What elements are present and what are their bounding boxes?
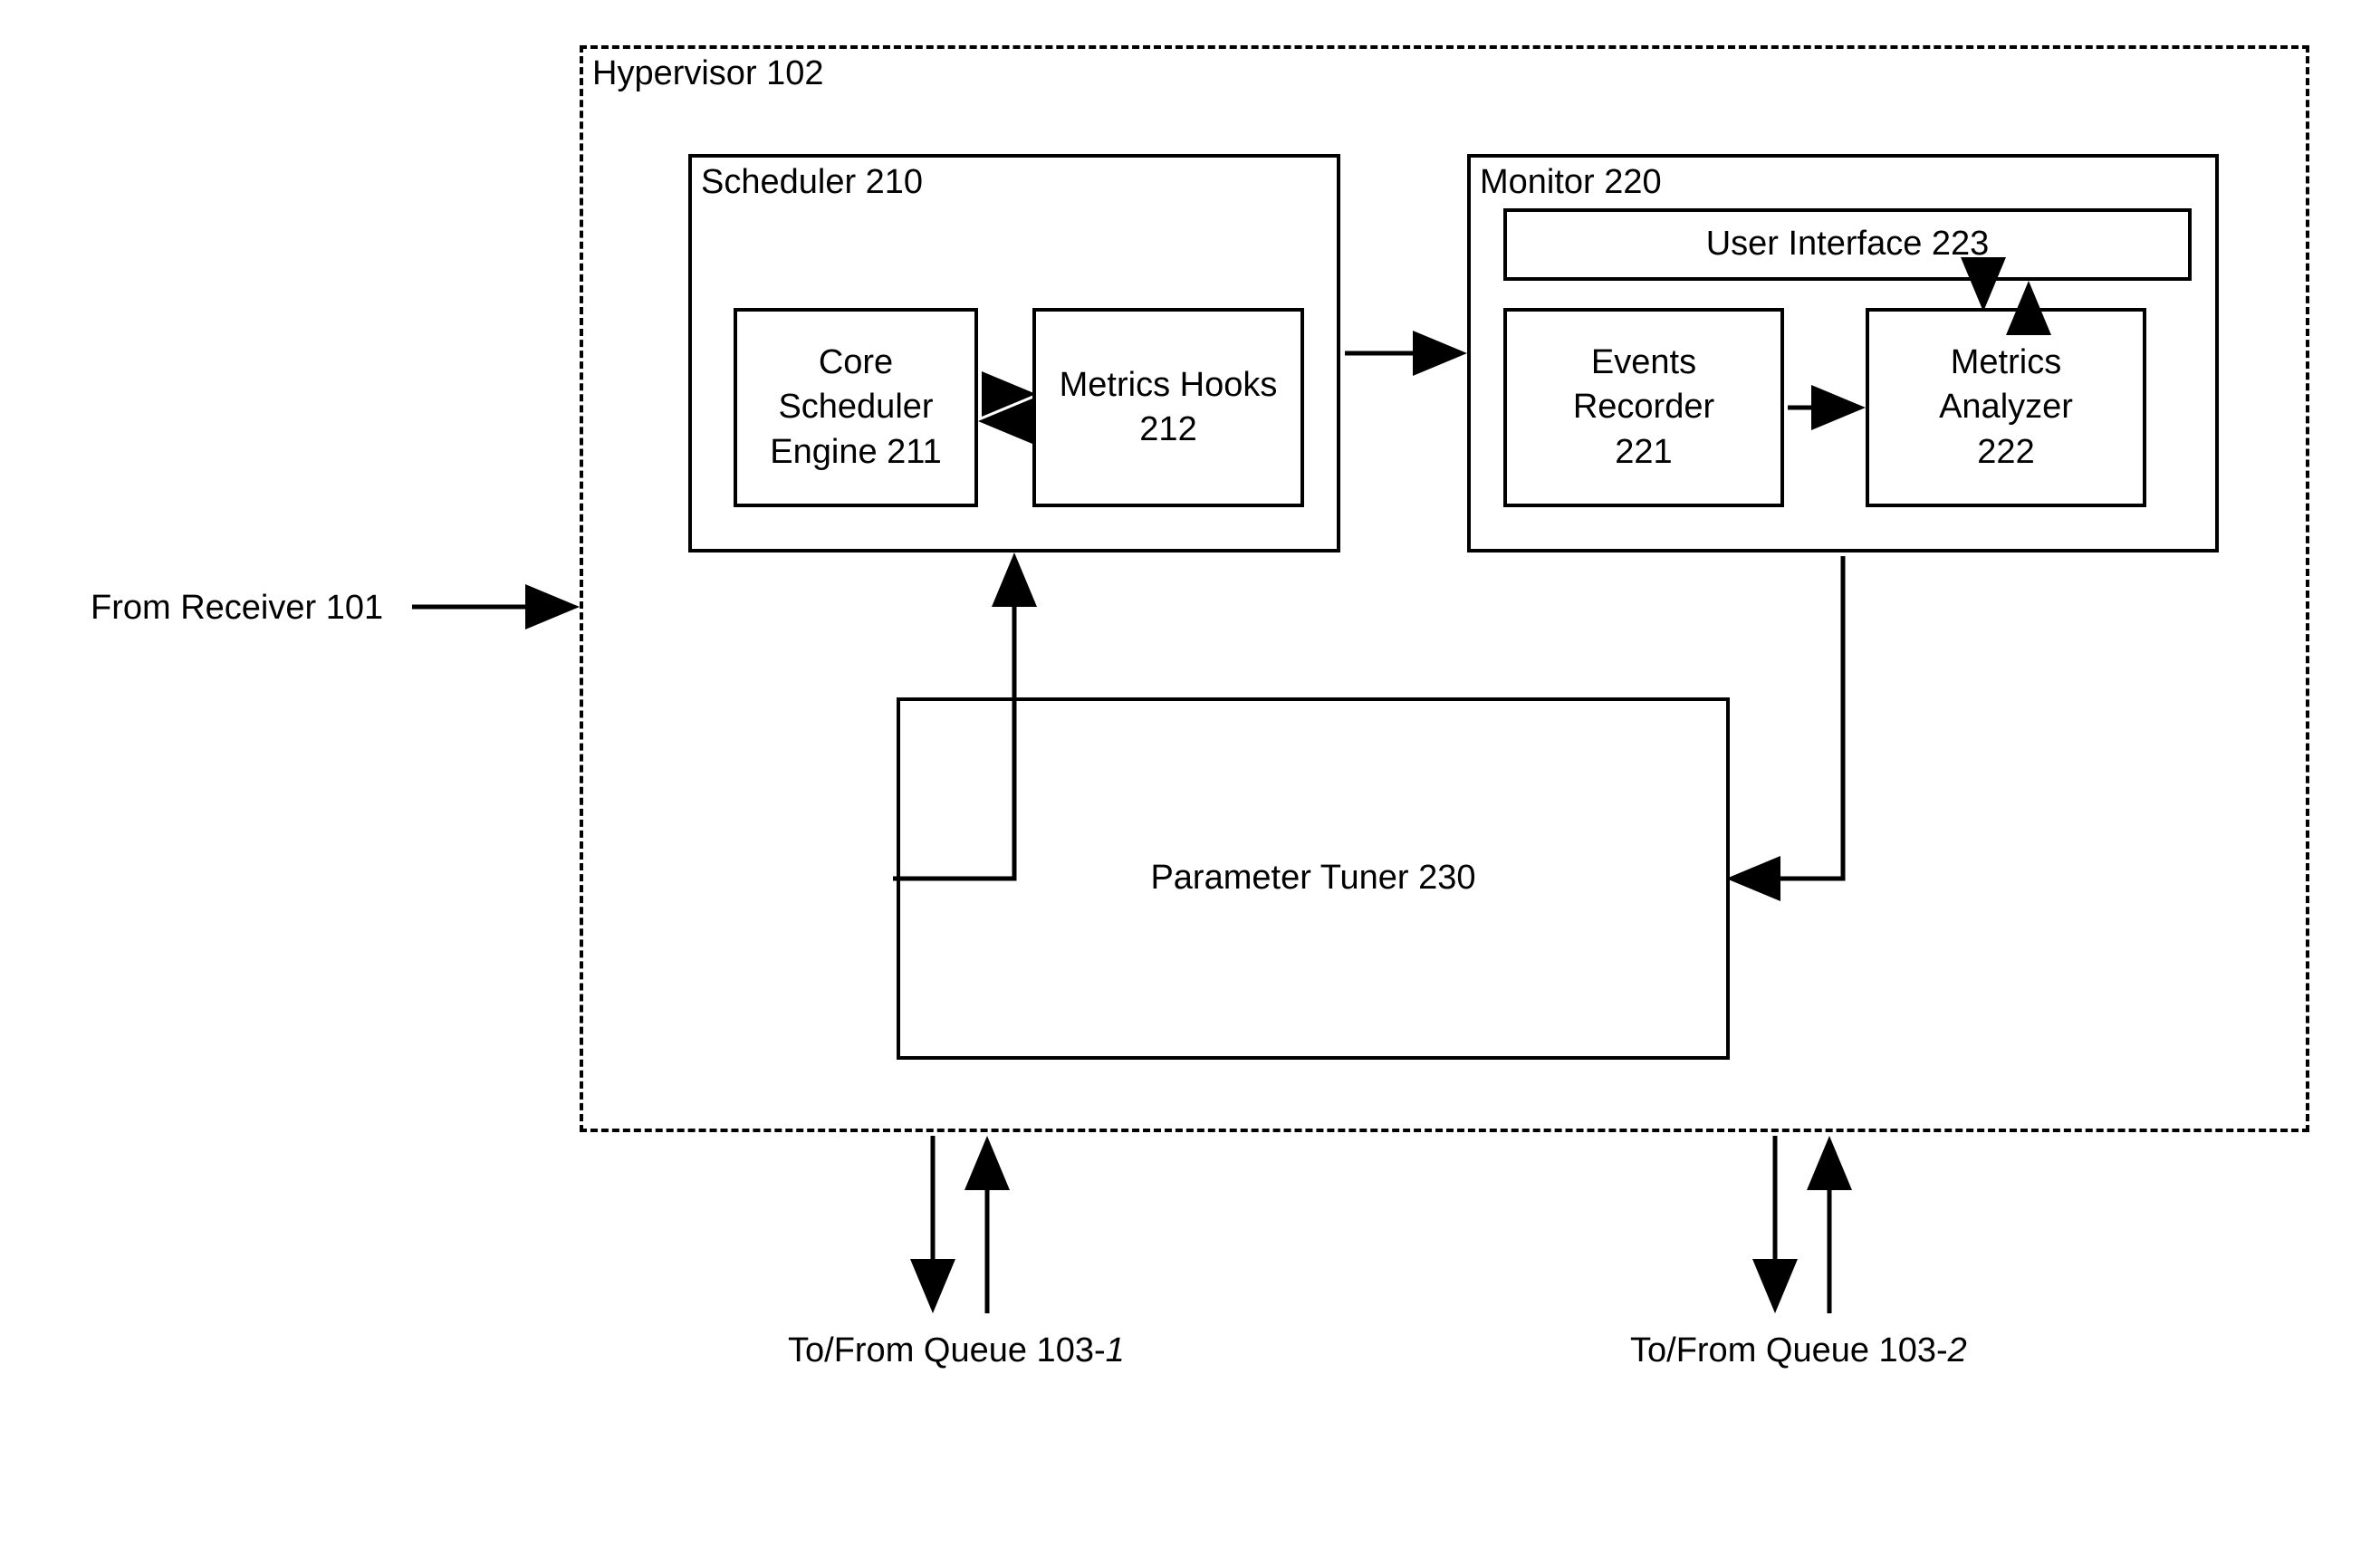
scheduler-title: Scheduler 210: [701, 163, 923, 202]
metrics-analyzer-box: Metrics Analyzer 222: [1866, 308, 2146, 507]
queue2-label: To/From Queue 103-2: [1630, 1331, 1967, 1370]
metrics-hooks-box: Metrics Hooks 212: [1032, 308, 1304, 507]
events-recorder-label: Events Recorder 221: [1573, 341, 1714, 475]
monitor-title: Monitor 220: [1480, 163, 1662, 202]
parameter-tuner-box: Parameter Tuner 230: [897, 697, 1730, 1060]
user-interface-box: User Interface 223: [1503, 208, 2192, 281]
core-scheduler-engine-label: Core Scheduler Engine 211: [770, 341, 941, 475]
events-recorder-box: Events Recorder 221: [1503, 308, 1784, 507]
parameter-tuner-label: Parameter Tuner 230: [1150, 856, 1475, 900]
hypervisor-title: Hypervisor 102: [592, 54, 824, 93]
core-scheduler-engine-box: Core Scheduler Engine 211: [734, 308, 978, 507]
from-receiver-label: From Receiver 101: [91, 589, 383, 628]
user-interface-label: User Interface 223: [1706, 222, 1990, 266]
metrics-hooks-label: Metrics Hooks 212: [1060, 363, 1278, 453]
metrics-analyzer-label: Metrics Analyzer 222: [1939, 341, 2073, 475]
queue1-label: To/From Queue 103-1: [788, 1331, 1125, 1370]
